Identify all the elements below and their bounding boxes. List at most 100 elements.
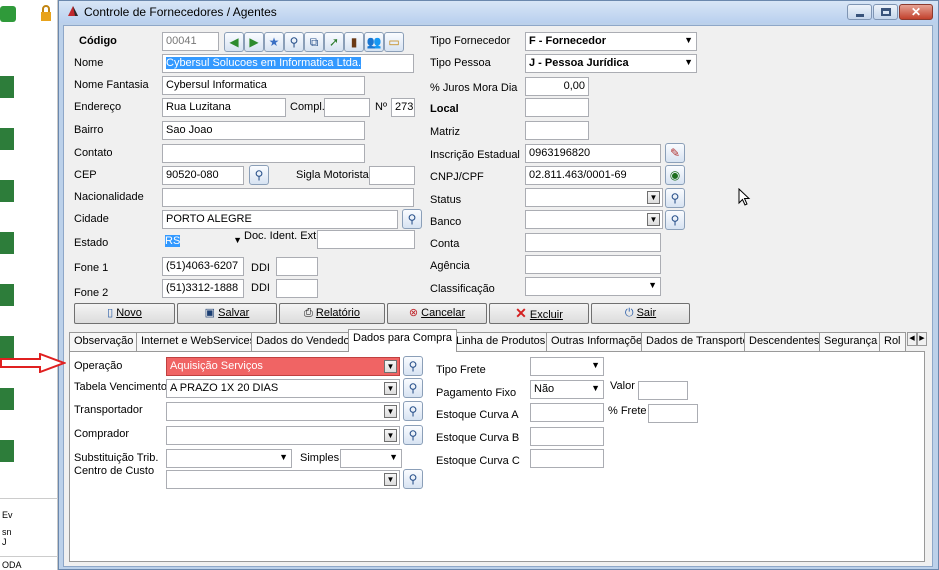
estado-select[interactable]: RS ▼ bbox=[162, 233, 245, 252]
transportador-search-icon[interactable]: ⚲ bbox=[403, 401, 423, 421]
tab-dados-compra[interactable]: Dados para Compra bbox=[348, 329, 458, 352]
inscricao-field[interactable]: 0963196820 bbox=[525, 144, 661, 163]
desktop-app-icon[interactable] bbox=[0, 388, 14, 410]
ddi2-field[interactable] bbox=[276, 279, 318, 298]
classificacao-select[interactable]: ▼ bbox=[525, 277, 661, 296]
tab-scroll-left-icon[interactable]: ◀ bbox=[907, 332, 917, 346]
tipo-frete-select[interactable]: ▼ bbox=[530, 357, 604, 376]
status-search-icon[interactable]: ⚲ bbox=[665, 188, 685, 208]
status-select[interactable]: ▼ bbox=[525, 188, 663, 207]
conta-field[interactable] bbox=[525, 233, 661, 252]
simples-select[interactable]: ▼ bbox=[340, 449, 402, 468]
tab-dados-vendedor[interactable]: Dados do Vendedor bbox=[251, 332, 359, 351]
relatorio-button[interactable]: ⎙ Relatório bbox=[279, 303, 385, 324]
users-icon[interactable]: 👥 bbox=[364, 32, 384, 52]
matriz-field[interactable] bbox=[525, 121, 589, 140]
operacao-select[interactable]: Aquisição Serviços ▼ bbox=[166, 357, 400, 376]
desktop-app-icon[interactable] bbox=[0, 440, 14, 462]
tab-seguranca[interactable]: Segurança bbox=[819, 332, 883, 351]
contato-field[interactable] bbox=[162, 144, 365, 163]
substituicao-select[interactable]: ▼ bbox=[166, 449, 292, 468]
tipo-fornecedor-select[interactable]: F - Fornecedor ▼ bbox=[525, 32, 697, 51]
tab-linha-produtos[interactable]: Linha de Produtos bbox=[451, 332, 551, 351]
agencia-field[interactable] bbox=[525, 255, 661, 274]
banco-select[interactable]: ▼ bbox=[525, 210, 663, 229]
salvar-button[interactable]: ▣ Salvar bbox=[177, 303, 277, 324]
cidade-search-icon[interactable]: ⚲ bbox=[402, 209, 422, 229]
estoque-curva-a-field[interactable] bbox=[530, 403, 604, 422]
tab-observacao[interactable]: Observação bbox=[69, 332, 139, 351]
novo-button[interactable]: ▯ Novo bbox=[74, 303, 175, 324]
nome-fantasia-field[interactable]: Cybersul Informatica bbox=[162, 76, 365, 95]
operacao-search-icon[interactable]: ⚲ bbox=[403, 356, 423, 376]
maximize-button[interactable] bbox=[873, 4, 898, 20]
fone2-field[interactable]: (51)3312-1888 bbox=[162, 279, 244, 298]
local-field[interactable] bbox=[525, 98, 589, 117]
desktop-strip: Ev sn J ODA bbox=[0, 0, 58, 570]
search-icon[interactable]: ⚲ bbox=[284, 32, 304, 52]
estoque-curva-b-field[interactable] bbox=[530, 427, 604, 446]
title-bar[interactable]: Controle de Fornecedores / Agentes ✕ bbox=[59, 1, 938, 23]
next-record-icon[interactable]: ▶ bbox=[244, 32, 264, 52]
banco-search-icon[interactable]: ⚲ bbox=[665, 210, 685, 230]
nacionalidade-field[interactable] bbox=[162, 188, 414, 207]
comprador-select[interactable]: ▼ bbox=[166, 426, 400, 445]
tab-rol[interactable]: Rol bbox=[879, 332, 906, 351]
minimize-button[interactable] bbox=[847, 4, 872, 20]
desktop-app-icon[interactable] bbox=[0, 232, 14, 254]
sair-button[interactable]: ⏻ Sair bbox=[591, 303, 690, 324]
centro-custo-search-icon[interactable]: ⚲ bbox=[403, 469, 423, 489]
favorite-star-icon[interactable]: ★ bbox=[264, 32, 284, 52]
book-icon[interactable]: ▮ bbox=[344, 32, 364, 52]
tipo-pessoa-select[interactable]: J - Pessoa Jurídica ▼ bbox=[525, 54, 697, 73]
tipo-pessoa-value: J - Pessoa Jurídica bbox=[529, 57, 629, 69]
cnpj-field[interactable]: 02.811.463/0001-69 bbox=[525, 166, 661, 185]
printer-icon: ⎙ bbox=[304, 307, 313, 319]
endereco-field[interactable]: Rua Luzitana bbox=[162, 98, 286, 117]
compl-field[interactable] bbox=[324, 98, 370, 117]
tab-dados-transporte[interactable]: Dados de Transporte bbox=[641, 332, 754, 351]
desktop-app-icon[interactable] bbox=[0, 180, 14, 202]
first-record-icon[interactable]: ◀ bbox=[224, 32, 244, 52]
fone1-field[interactable]: (51)4063-6207 bbox=[162, 257, 244, 276]
close-button[interactable]: ✕ bbox=[899, 4, 933, 20]
tabela-vencimento-select[interactable]: A PRAZO 1X 20 DIAS ▼ bbox=[166, 379, 400, 398]
export-arrow-icon[interactable]: ➚ bbox=[324, 32, 344, 52]
frete-pct-field[interactable] bbox=[648, 404, 698, 423]
cidade-field[interactable]: PORTO ALEGRE bbox=[162, 210, 398, 229]
transportador-select[interactable]: ▼ bbox=[166, 402, 400, 421]
tab-internet-webservices[interactable]: Internet e WebServices bbox=[136, 332, 261, 351]
codigo-label: Código bbox=[79, 35, 117, 47]
cep-search-icon[interactable]: ⚲ bbox=[249, 165, 269, 185]
sigla-motorista-field[interactable] bbox=[369, 166, 415, 185]
desktop-app-icon[interactable] bbox=[0, 76, 14, 98]
numero-field[interactable]: 273 bbox=[391, 98, 415, 117]
bairro-field[interactable]: Sao Joao bbox=[162, 121, 365, 140]
juros-field[interactable]: 0,00 bbox=[525, 77, 589, 96]
cancel-icon: ⊗ bbox=[408, 307, 419, 319]
comprador-search-icon[interactable]: ⚲ bbox=[403, 425, 423, 445]
document-check-icon[interactable]: ✎ bbox=[665, 143, 685, 163]
ddi1-field[interactable] bbox=[276, 257, 318, 276]
valor-label: Valor bbox=[610, 380, 635, 392]
centro-custo-select[interactable]: ▼ bbox=[166, 470, 400, 489]
tab-outras-informacoes[interactable]: Outras Informações bbox=[546, 332, 653, 351]
estoque-curva-c-field[interactable] bbox=[530, 449, 604, 468]
tab-descendentes[interactable]: Descendentes bbox=[744, 332, 825, 351]
valor-field[interactable] bbox=[638, 381, 688, 400]
cancelar-button[interactable]: ⊗ Cancelar bbox=[387, 303, 487, 324]
zoom-window-icon[interactable]: ⧉ bbox=[304, 32, 324, 52]
folder-icon[interactable]: ▭ bbox=[384, 32, 404, 52]
nome-field[interactable]: Cybersul Solucoes em Informatica Ltda. bbox=[162, 54, 414, 73]
cep-field[interactable]: 90520-080 bbox=[162, 166, 244, 185]
pagamento-fixo-select[interactable]: Não ▼ bbox=[530, 380, 604, 399]
codigo-field[interactable]: 00041 bbox=[162, 32, 219, 51]
desktop-refresh-icon[interactable] bbox=[0, 6, 16, 22]
globe-icon[interactable]: ◉ bbox=[665, 165, 685, 185]
tabela-vencimento-search-icon[interactable]: ⚲ bbox=[403, 378, 423, 398]
doc-ident-ext-field[interactable] bbox=[317, 230, 415, 249]
tab-scroll-right-icon[interactable]: ▶ bbox=[917, 332, 927, 346]
desktop-app-icon[interactable] bbox=[0, 284, 14, 306]
excluir-button[interactable]: ✕ Excluir bbox=[489, 303, 589, 324]
desktop-app-icon[interactable] bbox=[0, 128, 14, 150]
